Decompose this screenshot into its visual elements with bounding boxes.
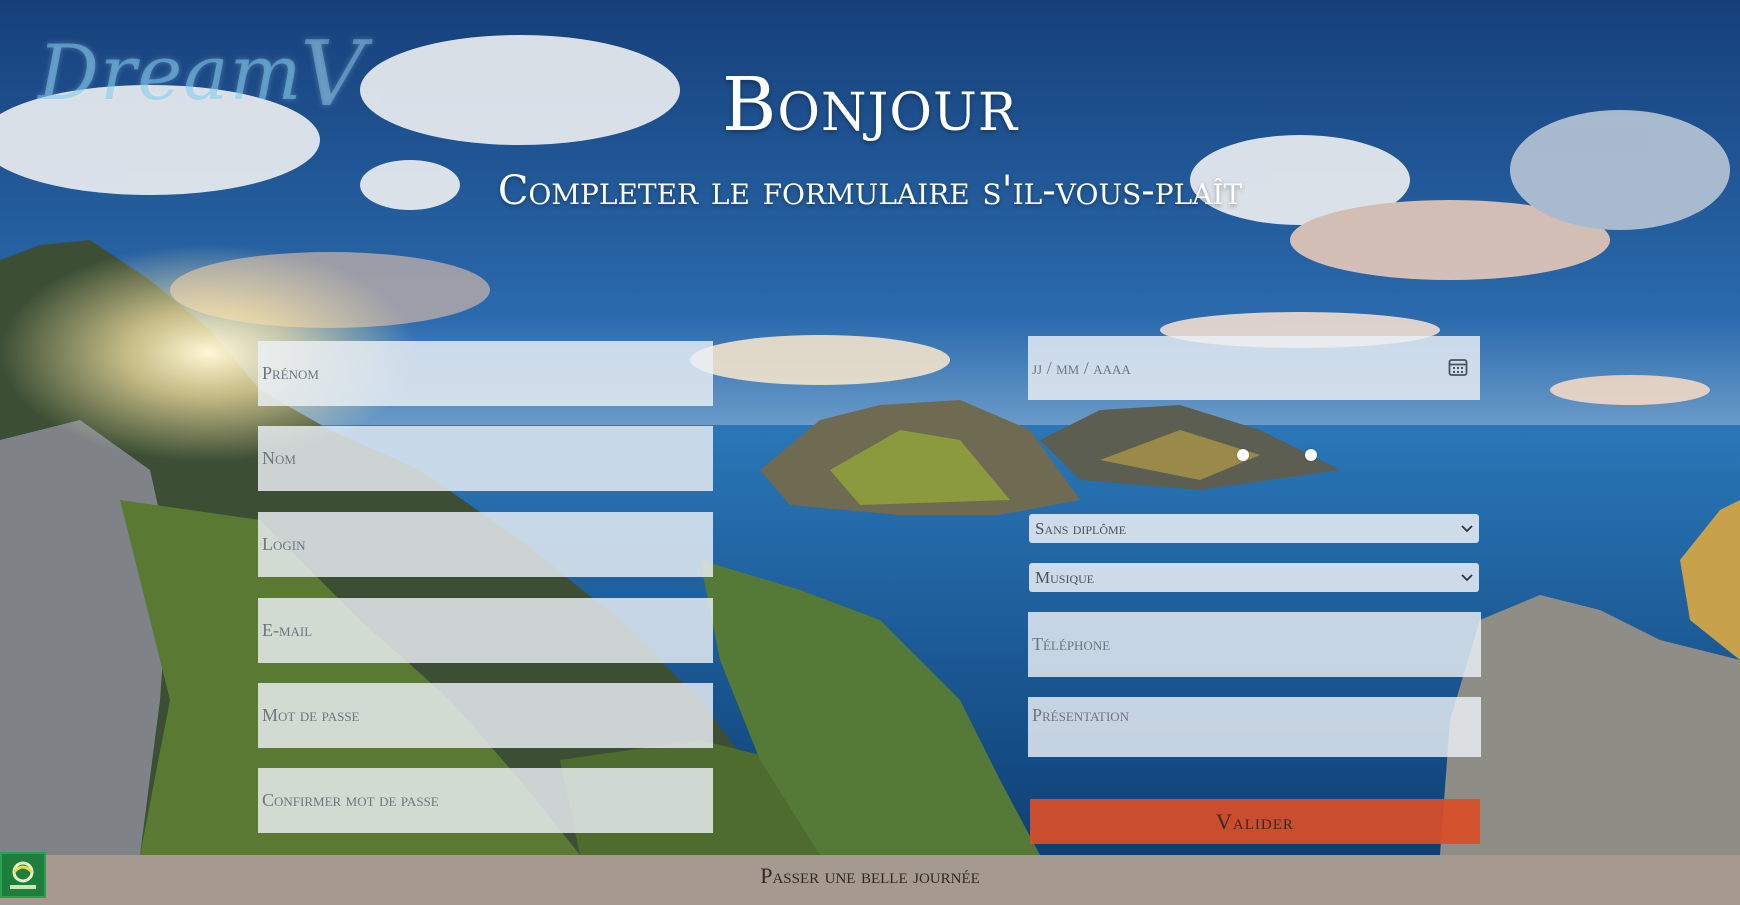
nom-input[interactable] — [262, 448, 709, 469]
registration-page: Dream V Bonjour Completer le formulaire … — [0, 0, 1740, 905]
diplome-select[interactable]: Sans diplôme — [1029, 514, 1479, 543]
telephone-field[interactable] — [1028, 612, 1481, 677]
page-subtitle: Completer le formulaire s'il-vous-plaît — [497, 168, 1243, 214]
gender-radio-1[interactable] — [1237, 449, 1249, 461]
login-field[interactable] — [258, 512, 713, 577]
login-input[interactable] — [262, 534, 709, 555]
email-input[interactable] — [262, 620, 709, 641]
nom-field[interactable] — [258, 426, 713, 491]
chevron-down-icon — [1461, 524, 1473, 532]
confirm-password-field[interactable] — [258, 768, 713, 833]
footer-bar: Passer une belle journée — [0, 855, 1740, 905]
birthdate-field[interactable]: jj / mm / aaaa — [1028, 336, 1480, 400]
validate-button[interactable]: Valider — [1030, 799, 1480, 844]
prenom-input[interactable] — [262, 363, 709, 384]
page-title: Bonjour — [722, 62, 1018, 148]
telephone-input[interactable] — [1032, 634, 1477, 655]
prenom-field[interactable] — [258, 341, 713, 406]
domaine-select[interactable]: Musique — [1029, 563, 1479, 592]
chevron-down-icon — [1461, 573, 1473, 581]
password-field[interactable] — [258, 683, 713, 748]
password-input[interactable] — [262, 705, 709, 726]
birthdate-placeholder: jj / mm / aaaa — [1032, 357, 1131, 378]
presentation-textarea[interactable] — [1032, 705, 1477, 747]
confirm-password-input[interactable] — [262, 790, 709, 811]
footer-text: Passer une belle journée — [760, 863, 980, 888]
domaine-select-value: Musique — [1035, 567, 1095, 587]
gender-radio-2[interactable] — [1305, 449, 1317, 461]
diplome-select-value: Sans diplôme — [1035, 518, 1127, 538]
email-field[interactable] — [258, 598, 713, 663]
badge-emblem-icon — [10, 861, 36, 889]
calendar-icon[interactable] — [1448, 357, 1468, 377]
presentation-field[interactable] — [1028, 697, 1481, 757]
footer-logo-badge — [0, 852, 46, 898]
